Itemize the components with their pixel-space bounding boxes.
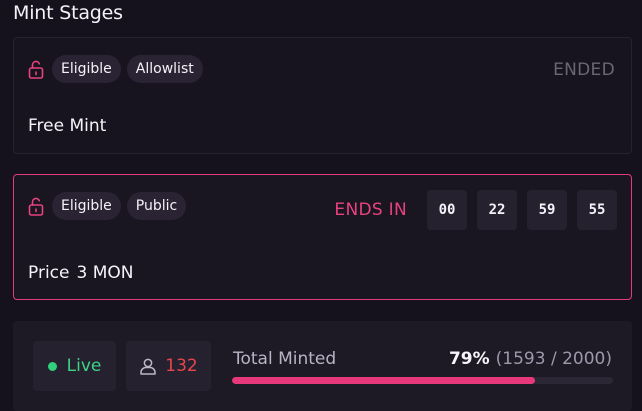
stage-price: Price 3 MON	[28, 263, 140, 283]
public-badge: Public	[126, 192, 187, 220]
ends-in-label: ENDS IN	[334, 200, 407, 220]
user-icon	[140, 358, 157, 375]
stage-card-public[interactable]: Eligible Public ENDS IN 00 22 59 55 Pric…	[13, 174, 632, 300]
countdown: ENDS IN 00 22 59 55	[334, 190, 617, 230]
eligible-badge: Eligible	[52, 192, 121, 220]
stage-card-free-mint: Eligible Allowlist ENDED Free Mint	[13, 37, 632, 154]
mint-stats: Live 132 Total Minted 79% (1593 / 2000)	[13, 321, 632, 411]
total-minted-label: Total Minted	[233, 349, 337, 369]
lock-open-icon	[28, 196, 46, 216]
price-value: 3 MON	[76, 263, 134, 283]
countdown-hours: 22	[477, 190, 517, 230]
mint-progress-bar	[232, 377, 613, 384]
status-dot-icon	[47, 361, 57, 371]
price-label: Price	[28, 263, 70, 283]
holders-value: 132	[165, 356, 198, 376]
countdown-minutes: 59	[527, 190, 567, 230]
countdown-seconds: 55	[577, 190, 617, 230]
live-status: Live	[33, 341, 116, 391]
total-minted-value: 79% (1593 / 2000)	[449, 349, 612, 369]
minted-percent: 79%	[448, 349, 490, 369]
minted-fraction: (1593 / 2000)	[495, 349, 612, 369]
mint-progress-fill	[232, 377, 536, 384]
lock-open-icon	[28, 59, 46, 79]
stage-badges: Eligible Allowlist	[28, 55, 209, 83]
eligible-badge: Eligible	[52, 55, 121, 83]
countdown-days: 00	[427, 190, 467, 230]
page-title: Mint Stages	[13, 2, 123, 24]
allowlist-badge: Allowlist	[126, 55, 203, 83]
stage-name: Free Mint	[28, 116, 107, 136]
stage-status: ENDED	[553, 60, 615, 80]
holders-count[interactable]: 132	[126, 341, 211, 391]
live-label: Live	[66, 356, 102, 376]
stage-badges: Eligible Public	[28, 192, 192, 220]
